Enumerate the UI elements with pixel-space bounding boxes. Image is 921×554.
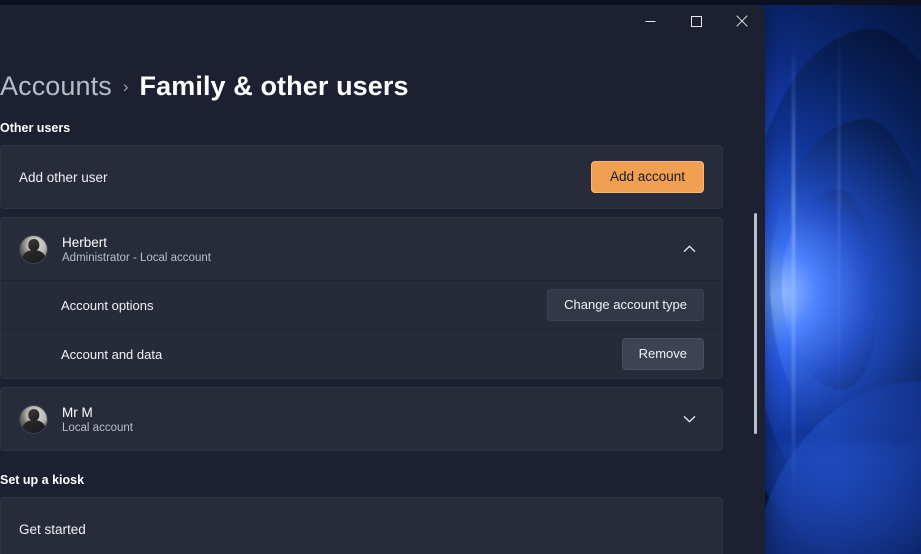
breadcrumb-parent-link[interactable]: Accounts [0, 71, 112, 102]
close-button[interactable] [719, 5, 765, 37]
account-option-row-account-options: Account options Change account type [1, 280, 722, 329]
breadcrumb-separator-icon: › [122, 76, 129, 96]
remove-button[interactable]: Remove [621, 337, 704, 371]
kiosk-card: Get started [0, 497, 723, 554]
add-other-user-row: Add other user Add account [1, 146, 722, 208]
minimize-button[interactable] [627, 5, 673, 37]
section-heading-set-up-a-kiosk: Set up a kiosk [0, 473, 85, 487]
desktop: Accounts › Family & other users Other us… [0, 0, 921, 554]
account-name: Herbert [62, 234, 108, 250]
screen-top-strip [0, 0, 921, 5]
avatar [19, 234, 48, 264]
title-bar [0, 5, 765, 39]
account-subtitle: Local account [62, 421, 133, 434]
settings-window: Accounts › Family & other users Other us… [0, 5, 765, 554]
settings-content: Accounts › Family & other users Other us… [0, 65, 765, 554]
account-header-herbert[interactable]: Herbert Administrator - Local account [1, 218, 722, 280]
avatar [19, 404, 48, 434]
add-account-button[interactable]: Add account [590, 160, 704, 194]
scrollbar[interactable] [749, 45, 763, 515]
wallpaper-glow [755, 444, 921, 554]
account-card-herbert: Herbert Administrator - Local account Ac… [0, 217, 723, 379]
change-account-type-button[interactable]: Change account type [547, 288, 704, 322]
account-text-block: Herbert Administrator - Local account [62, 235, 211, 264]
add-other-user-label: Add other user [19, 169, 108, 185]
account-options-label: Account options [61, 297, 154, 313]
maximize-button[interactable] [673, 5, 719, 37]
account-header-mr-m[interactable]: Mr M Local account [1, 388, 722, 450]
account-and-data-label: Account and data [61, 346, 163, 362]
add-other-user-card: Add other user Add account [0, 145, 723, 209]
section-heading-other-users: Other users [0, 121, 71, 135]
account-card-mr-m: Mr M Local account [0, 387, 723, 451]
page-title: Family & other users [139, 70, 409, 101]
account-subtitle: Administrator - Local account [62, 251, 211, 264]
kiosk-row: Get started [1, 498, 722, 554]
caption-button-group [627, 5, 765, 37]
kiosk-get-started-label: Get started [19, 521, 86, 537]
wallpaper-highlight-2 [838, 10, 840, 430]
close-icon [736, 15, 748, 27]
account-text-block: Mr M Local account [62, 405, 133, 434]
minimize-icon [645, 20, 655, 22]
account-option-row-account-and-data: Account and data Remove [1, 329, 722, 378]
breadcrumb: Accounts › Family & other users [0, 65, 765, 107]
chevron-down-icon[interactable] [674, 404, 704, 434]
chevron-up-icon[interactable] [674, 234, 704, 264]
maximize-icon [690, 15, 702, 27]
scrollbar-thumb[interactable] [754, 213, 757, 434]
wallpaper-highlight-1 [792, 40, 795, 510]
account-name: Mr M [62, 404, 93, 420]
